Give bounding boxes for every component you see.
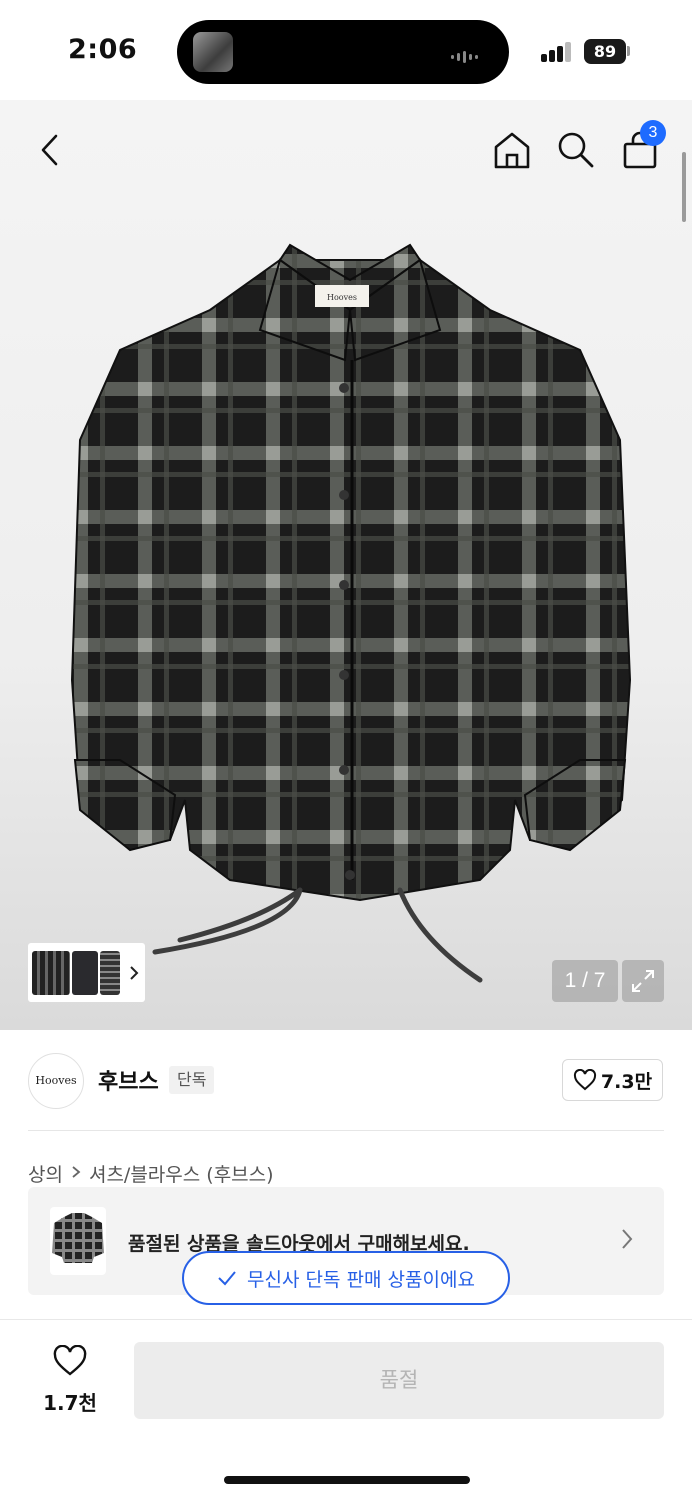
chevron-right-icon xyxy=(71,1165,81,1183)
dynamic-island xyxy=(177,20,509,84)
wishlist-button[interactable]: 1.7천 xyxy=(38,1344,102,1416)
thumbnail-3[interactable] xyxy=(100,950,120,995)
divider xyxy=(28,1130,664,1131)
audio-wave-icon xyxy=(451,46,491,63)
brand-like-count: 7.3만 xyxy=(600,1070,653,1093)
status-bar: 2:06 89 xyxy=(0,0,692,100)
breadcrumb-item-top[interactable]: 상의 xyxy=(28,1160,63,1187)
home-button[interactable] xyxy=(488,126,536,174)
battery-tip xyxy=(627,46,630,56)
soldout-button[interactable]: 품절 xyxy=(134,1342,664,1419)
breadcrumb: 상의 셔츠/블라우스 (후브스) xyxy=(28,1160,274,1187)
search-icon xyxy=(558,132,594,168)
product-image-gallery[interactable]: 3 Hooves 1 / 7 xyxy=(0,100,692,1030)
thumbnail-2[interactable] xyxy=(72,950,98,995)
battery-indicator: 89 xyxy=(584,39,626,64)
brand-logo[interactable]: Hooves xyxy=(28,1053,84,1109)
home-icon xyxy=(494,132,530,169)
heart-icon xyxy=(53,1344,87,1376)
expand-button[interactable] xyxy=(622,960,664,1002)
product-shirt-image: Hooves xyxy=(70,243,632,983)
brand-like-button[interactable]: 7.3만 xyxy=(562,1059,663,1101)
breadcrumb-item-shirts[interactable]: 셔츠/블라우스 (후브스) xyxy=(89,1160,274,1187)
exclusive-notice-text: 무신사 단독 판매 상품이에요 xyxy=(247,1268,475,1291)
banner-product-thumbnail xyxy=(50,1207,106,1275)
image-counter: 1 / 7 xyxy=(552,960,618,1002)
thumbnail-1[interactable] xyxy=(32,950,70,995)
expand-icon xyxy=(632,970,654,992)
status-time: 2:06 xyxy=(68,34,138,65)
search-button[interactable] xyxy=(552,126,600,174)
chevron-right-icon xyxy=(130,965,139,980)
back-button[interactable] xyxy=(26,126,74,174)
chevron-right-icon xyxy=(622,1229,633,1249)
exclusive-notice-pill[interactable]: 무신사 단독 판매 상품이에요 xyxy=(182,1251,510,1305)
scrollbar[interactable] xyxy=(682,152,686,222)
bottom-bar-divider xyxy=(0,1319,692,1320)
cart-button[interactable]: 3 xyxy=(616,120,666,174)
signal-icon xyxy=(541,42,573,62)
now-playing-thumbnail xyxy=(193,32,233,72)
back-icon xyxy=(41,134,58,166)
cart-count-badge: 3 xyxy=(640,120,666,146)
thumbnail-strip[interactable] xyxy=(28,943,145,1002)
shirt-label: Hooves xyxy=(327,293,357,302)
wishlist-count: 1.7천 xyxy=(43,1391,97,1415)
heart-icon xyxy=(573,1069,596,1091)
home-indicator[interactable] xyxy=(224,1476,470,1484)
checkmark-icon xyxy=(218,1271,236,1286)
brand-name[interactable]: 후브스 xyxy=(98,1064,159,1096)
exclusive-tag: 단독 xyxy=(169,1066,215,1094)
